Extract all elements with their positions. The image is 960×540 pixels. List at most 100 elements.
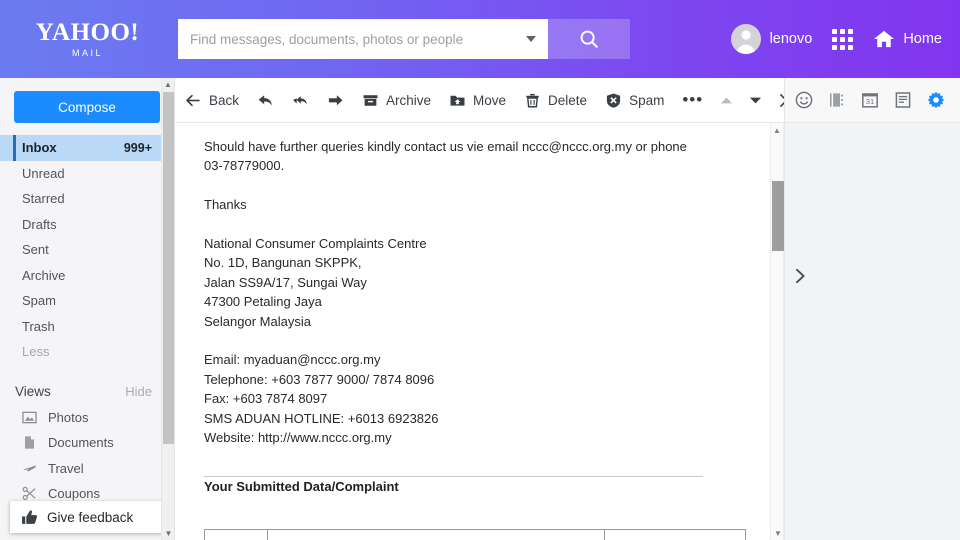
message-scrollbar[interactable]: ▲ ▼ [770, 123, 784, 540]
signature-sms-line: SMS ADUAN HOTLINE: +6013 6923826 [204, 410, 439, 426]
folder-list: Inbox 999+ Unread Starred Drafts Sent Ar… [0, 135, 174, 365]
sidebar-item-label: Inbox [22, 140, 57, 156]
previous-message-button[interactable] [712, 96, 741, 105]
sidebar-item-label: Photos [48, 409, 89, 425]
signature-address-line: No. 1D, Bangunan SKPPK, [204, 255, 362, 271]
signature-address-line: Jalan SS9A/17, Sungai Way [204, 274, 367, 290]
logo-wordmark: YAHOO! [35, 19, 140, 46]
contacts-icon[interactable] [828, 91, 846, 109]
sidebar-item-less[interactable]: Less [0, 339, 174, 365]
sidebar-scroll-up-button[interactable]: ▲ [162, 78, 174, 91]
chevron-right-icon [796, 268, 805, 284]
give-feedback-label: Give feedback [47, 509, 134, 525]
sidebar-item-starred[interactable]: Starred [0, 186, 174, 212]
compose-button[interactable]: Compose [14, 91, 160, 123]
search-area [178, 19, 630, 59]
move-label: Move [473, 92, 507, 108]
give-feedback-button[interactable]: Give feedback [10, 501, 167, 533]
more-options-button[interactable]: ••• [673, 78, 712, 123]
body-paragraph: 03-78779000. [204, 158, 285, 174]
apps-grid-icon[interactable] [830, 27, 855, 52]
sidebar-item-label: Archive [22, 267, 66, 283]
views-label: Views [15, 384, 51, 399]
photo-icon [22, 411, 37, 424]
archive-box-icon [363, 94, 378, 106]
sidebar-item-documents[interactable]: Documents [0, 430, 174, 456]
sidebar-item-spam[interactable]: Spam [0, 288, 174, 314]
forward-button[interactable] [318, 78, 353, 123]
chevron-down-icon[interactable] [526, 36, 536, 42]
sidebar-item-trash[interactable]: Trash [0, 314, 174, 340]
search-input[interactable] [190, 31, 510, 47]
search-box[interactable] [178, 19, 548, 59]
sidebar-item-label: Drafts [22, 216, 57, 232]
sidebar-scroll-thumb[interactable] [163, 92, 174, 444]
sidebar-item-sent[interactable]: Sent [0, 237, 174, 263]
sidebar-item-label: Starred [22, 191, 65, 207]
delete-button[interactable]: Delete [515, 78, 596, 123]
table-cell-label: No Rujukan / Ref Number [267, 528, 605, 540]
sidebar-scrollbar[interactable]: ▲ ▼ [161, 78, 174, 540]
header-right-controls: lenovo Home [730, 24, 960, 54]
home-icon [874, 30, 895, 48]
sidebar-scroll-down-button[interactable]: ▼ [162, 527, 175, 540]
home-label: Home [903, 31, 942, 47]
archive-button[interactable]: Archive [353, 78, 440, 123]
forward-arrow-icon [328, 94, 343, 105]
sidebar-item-label: Unread [22, 165, 65, 181]
right-rail-toolbar: 31 [785, 78, 960, 123]
signature-website-line: Website: http://www.nccc.org.my [204, 430, 392, 446]
thumbs-up-icon [22, 509, 38, 524]
sidebar-item-label: Sent [22, 242, 49, 258]
smiley-icon[interactable] [795, 91, 813, 109]
right-rail: 31 [784, 78, 960, 540]
reply-icon [258, 94, 272, 106]
yahoo-mail-logo[interactable]: YAHOO! MAIL [0, 20, 175, 58]
user-name-label: lenovo [769, 31, 813, 47]
views-hide-button[interactable]: Hide [125, 384, 152, 399]
sidebar-item-drafts[interactable]: Drafts [0, 212, 174, 238]
search-button[interactable] [548, 19, 630, 59]
submitted-data-table: 1 No Rujukan / Ref Number 7AE0X942 [204, 528, 746, 540]
back-button[interactable]: Back [176, 78, 248, 123]
yahoo-mail-app: YAHOO! MAIL Find messages, documents, ph… [0, 0, 960, 540]
sidebar-item-photos[interactable]: Photos [0, 405, 174, 431]
message-scroll-thumb[interactable] [772, 181, 784, 251]
spam-button[interactable]: Spam [596, 78, 673, 123]
back-label: Back [209, 92, 240, 108]
more-options-icon: ••• [682, 90, 704, 109]
sidebar-item-unread[interactable]: Unread [0, 161, 174, 187]
reply-all-button[interactable] [283, 78, 318, 123]
document-icon [25, 436, 34, 449]
logo-product-label: MAIL [71, 48, 103, 58]
calendar-icon[interactable]: 31 [861, 91, 879, 109]
message-toolbar: Back Archive Move Delete Spam ••• [176, 78, 794, 123]
trash-icon [526, 93, 539, 107]
signature-org-name: National Consumer Complaints Centre [204, 236, 427, 251]
archive-label: Archive [386, 92, 432, 108]
reply-all-icon [292, 95, 307, 105]
expand-panel-button[interactable] [795, 268, 806, 286]
delete-label: Delete [548, 92, 588, 108]
spam-label: Spam [629, 92, 665, 108]
gear-icon[interactable] [927, 91, 945, 109]
user-menu[interactable]: lenovo [730, 24, 813, 54]
search-icon [580, 30, 598, 48]
table-cell-value: 7AE0X942 [604, 528, 746, 540]
sidebar-item-archive[interactable]: Archive [0, 263, 174, 289]
message-body: Should have further queries kindly conta… [176, 123, 771, 540]
message-scroll-down-button[interactable]: ▼ [771, 526, 785, 540]
sidebar-item-inbox[interactable]: Inbox 999+ [0, 135, 174, 161]
message-scroll-up-button[interactable]: ▲ [771, 123, 783, 137]
next-message-button[interactable] [741, 96, 770, 105]
move-button[interactable]: Move [440, 78, 515, 123]
sidebar-item-label: Travel [48, 460, 84, 476]
sidebar-item-travel[interactable]: Travel [0, 456, 174, 482]
home-button[interactable]: Home [873, 29, 942, 49]
sidebar: Compose Inbox 999+ Unread Starred Drafts… [0, 78, 175, 540]
reply-button[interactable] [248, 78, 283, 123]
avatar [730, 24, 761, 54]
notepad-icon[interactable] [894, 91, 912, 109]
